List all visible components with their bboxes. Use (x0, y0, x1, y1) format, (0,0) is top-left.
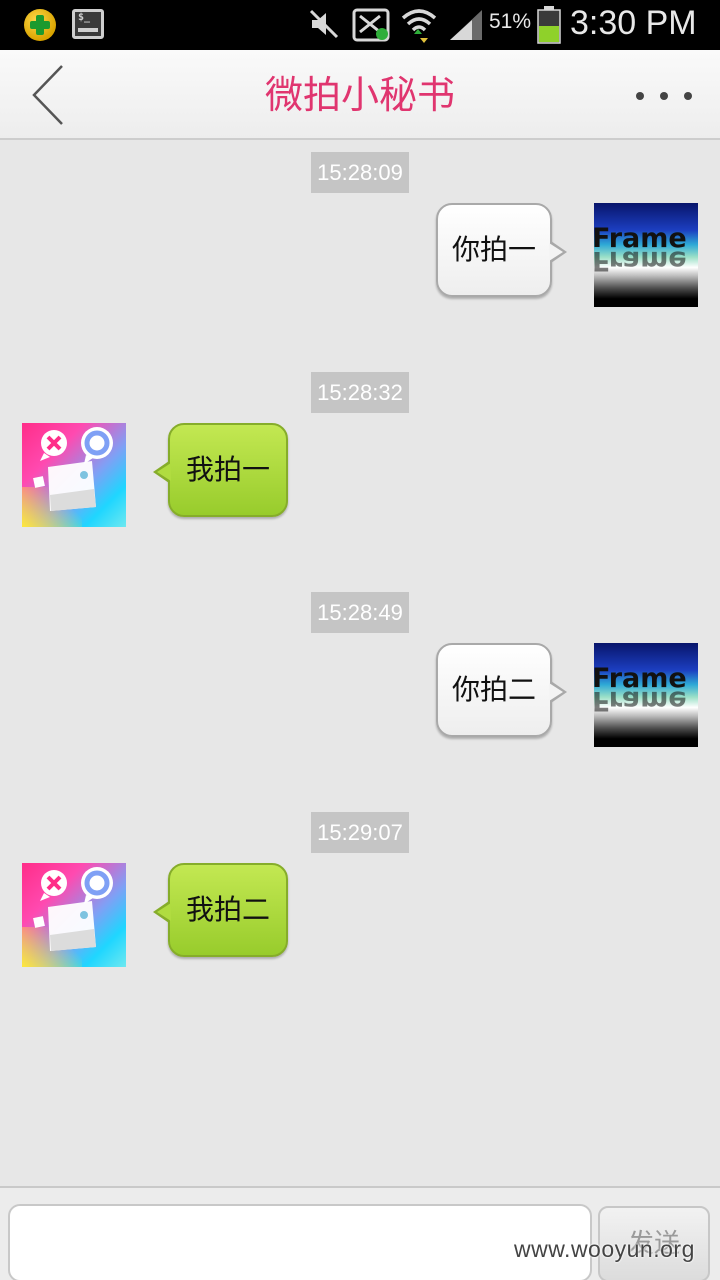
message-text: 我拍一 (185, 453, 270, 486)
title-bar: 微拍小秘书 (0, 50, 720, 140)
battery-icon (537, 6, 561, 44)
bot-avatar[interactable] (22, 863, 126, 967)
send-button[interactable]: 发送 (598, 1206, 710, 1280)
user-avatar[interactable]: Frame 1 Frame 1 (594, 203, 698, 307)
message-timestamp: 15:28:49 (311, 592, 409, 633)
terminal-icon: $_ (72, 9, 104, 39)
incoming-message-bubble[interactable]: 我拍二 (153, 863, 288, 957)
message-text: 我拍二 (185, 893, 270, 926)
incoming-message-bubble[interactable]: 我拍一 (153, 423, 288, 517)
signal-icon (450, 10, 482, 40)
more-button[interactable] (626, 72, 702, 118)
more-dots-icon (636, 92, 644, 100)
outgoing-message-bubble[interactable]: 你拍一 (436, 203, 567, 297)
input-bar: 发送 (0, 1186, 720, 1280)
message-input[interactable] (8, 1204, 592, 1280)
wifi-icon (401, 9, 437, 43)
battery-percent: 51% (489, 10, 532, 33)
chevron-left-icon (32, 65, 63, 125)
wifi-off-icon (352, 8, 390, 42)
status-bar: $_ 51% 3:30 PM (0, 0, 720, 50)
app-plus-icon (24, 9, 56, 41)
message-timestamp: 15:28:32 (311, 372, 409, 413)
page-title: 微拍小秘书 (264, 73, 455, 117)
message-text: 你拍二 (451, 673, 536, 706)
camera-chat-logo-icon (33, 867, 113, 951)
bot-avatar[interactable] (22, 423, 126, 527)
message-text: 你拍一 (451, 233, 536, 266)
clock: 3:30 PM (570, 4, 697, 42)
mute-icon (309, 9, 339, 39)
back-button[interactable] (18, 62, 78, 128)
user-avatar[interactable]: Frame 1 Frame 1 (594, 643, 698, 747)
outgoing-message-bubble[interactable]: 你拍二 (436, 643, 567, 737)
message-timestamp: 15:29:07 (311, 812, 409, 853)
message-timestamp: 15:28:09 (311, 152, 409, 193)
camera-chat-logo-icon (33, 427, 113, 511)
